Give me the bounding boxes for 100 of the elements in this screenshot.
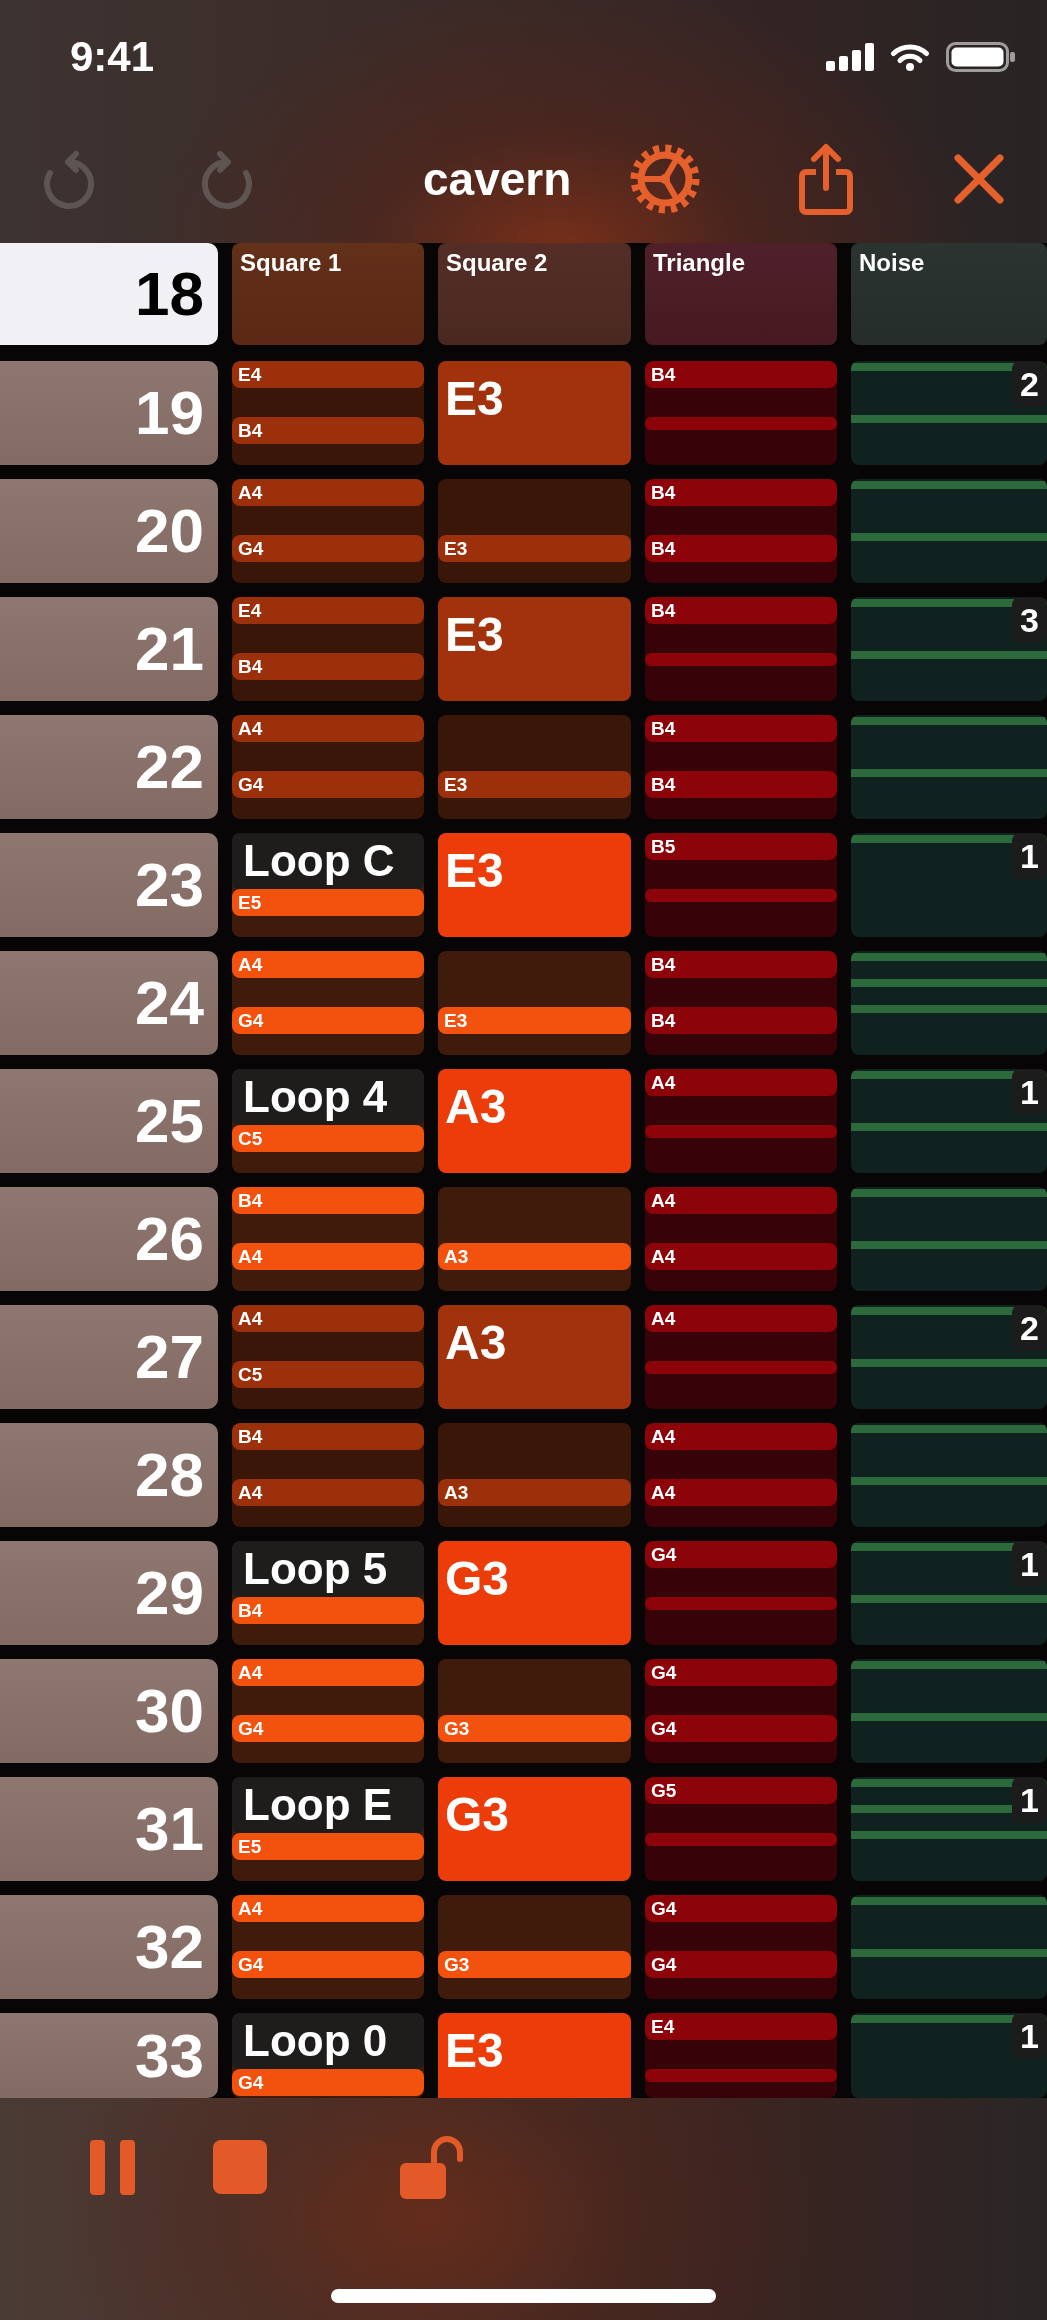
note-bar: A4 — [232, 1305, 424, 1332]
settings-icon[interactable] — [630, 143, 701, 214]
pattern-cell[interactable]: 3 — [851, 597, 1047, 701]
pattern-cell[interactable]: A4 — [645, 1069, 837, 1173]
note-bar: A4 — [645, 1305, 837, 1332]
pattern-cell[interactable] — [851, 951, 1047, 1055]
row-number[interactable]: 22 — [0, 715, 218, 819]
note-block[interactable]: A3 — [438, 1069, 631, 1173]
row-number[interactable]: 26 — [0, 1187, 218, 1291]
note-block[interactable]: G3 — [438, 1541, 631, 1645]
pattern-cell[interactable]: G5 — [645, 1777, 837, 1881]
channel-header: Square 1 — [232, 243, 424, 345]
note-bar: B4 — [645, 597, 837, 624]
pattern-cell[interactable]: G3 — [438, 1895, 631, 1999]
count-badge: 1 — [1012, 1069, 1047, 1115]
pattern-cell[interactable]: 1 — [851, 2013, 1047, 2098]
pattern-cell[interactable]: B4 A4 — [232, 1423, 424, 1527]
note-bar: B4 — [232, 1423, 424, 1450]
row-number[interactable]: 32 — [0, 1895, 218, 1999]
note-bar: G4 — [645, 1895, 837, 1922]
pattern-cell[interactable]: G4 G4 — [645, 1659, 837, 1763]
pattern-cell[interactable]: A4 — [645, 1305, 837, 1409]
note-block[interactable]: E3 — [438, 2013, 631, 2098]
close-icon[interactable] — [953, 152, 1006, 205]
row-number[interactable]: 24 — [0, 951, 218, 1055]
note-bar: E4 — [232, 361, 424, 388]
pattern-cell[interactable]: 1 — [851, 1777, 1047, 1881]
pause-icon[interactable] — [90, 2140, 135, 2195]
pattern-cell[interactable]: A3 — [438, 1423, 631, 1527]
pattern-cell[interactable] — [851, 1423, 1047, 1527]
note-bar: B4 — [645, 1007, 837, 1034]
pattern-cell[interactable]: B4 B4 — [645, 715, 837, 819]
pattern-cell[interactable]: E3 — [438, 479, 631, 583]
pattern-cell[interactable]: A3 — [438, 1187, 631, 1291]
pattern-cell[interactable]: A4 G4 — [232, 715, 424, 819]
note-bar: B4 — [645, 535, 837, 562]
pattern-cell[interactable]: Loop 0 G4 — [232, 2013, 424, 2098]
pattern-cell[interactable]: B4 B4 — [645, 951, 837, 1055]
pattern-cell[interactable]: A4 A4 — [645, 1187, 837, 1291]
row-number[interactable]: 29 — [0, 1541, 218, 1645]
loop-label: Loop 4 — [232, 1069, 424, 1125]
pattern-cell[interactable]: B4 — [645, 361, 837, 465]
pattern-cell[interactable] — [851, 479, 1047, 583]
pattern-cell[interactable]: E4 B4 — [232, 361, 424, 465]
pattern-cell[interactable] — [851, 1187, 1047, 1291]
pattern-cell[interactable] — [851, 1659, 1047, 1763]
pattern-cell[interactable]: E4 B4 — [232, 597, 424, 701]
pattern-cell[interactable]: Loop 4 C5 — [232, 1069, 424, 1173]
pattern-cell[interactable]: B4 B4 — [645, 479, 837, 583]
stop-icon[interactable] — [213, 2140, 267, 2194]
row-number[interactable]: 20 — [0, 479, 218, 583]
row-number[interactable]: 19 — [0, 361, 218, 465]
pattern-cell[interactable]: 1 — [851, 1541, 1047, 1645]
pattern-cell[interactable]: A4 A4 — [645, 1423, 837, 1527]
pattern-cell[interactable]: G4 — [645, 1541, 837, 1645]
note-bar: C5 — [232, 1361, 424, 1388]
pattern-cell[interactable] — [851, 715, 1047, 819]
note-block[interactable]: G3 — [438, 1777, 631, 1881]
pattern-cell[interactable]: E4 — [645, 2013, 837, 2098]
row-number[interactable]: 31 — [0, 1777, 218, 1881]
row-number[interactable]: 28 — [0, 1423, 218, 1527]
pattern-cell[interactable]: 2 — [851, 361, 1047, 465]
pattern-cell[interactable]: Loop C E5 — [232, 833, 424, 937]
pattern-cell[interactable]: 1 — [851, 833, 1047, 937]
pattern-cell[interactable]: A4 C5 — [232, 1305, 424, 1409]
pattern-cell[interactable]: Loop 5 B4 — [232, 1541, 424, 1645]
note-block[interactable]: E3 — [438, 361, 631, 465]
pattern-cell[interactable]: B4 — [645, 597, 837, 701]
row-number[interactable]: 33 — [0, 2013, 218, 2098]
row-number[interactable]: 25 — [0, 1069, 218, 1173]
pattern-cell[interactable]: E3 — [438, 951, 631, 1055]
note-block[interactable]: E3 — [438, 833, 631, 937]
row-number[interactable]: 27 — [0, 1305, 218, 1409]
pattern-cell[interactable]: A4 G4 — [232, 951, 424, 1055]
note-bar: A4 — [232, 715, 424, 742]
pattern-cell[interactable]: E3 — [438, 715, 631, 819]
share-icon[interactable] — [797, 141, 856, 216]
pattern-cell[interactable] — [851, 1895, 1047, 1999]
row-number[interactable]: 21 — [0, 597, 218, 701]
row-number[interactable]: 23 — [0, 833, 218, 937]
pattern-cell[interactable]: G4 G4 — [645, 1895, 837, 1999]
note-bar: G4 — [232, 535, 424, 562]
note-bar: G3 — [438, 1715, 631, 1742]
lock-icon[interactable] — [400, 2135, 466, 2199]
pattern-cell[interactable]: A4 G4 — [232, 1659, 424, 1763]
note-bar: B5 — [645, 833, 837, 860]
note-block[interactable]: A3 — [438, 1305, 631, 1409]
row-number[interactable]: 30 — [0, 1659, 218, 1763]
pattern-cell[interactable]: B5 — [645, 833, 837, 937]
note-block[interactable]: E3 — [438, 597, 631, 701]
pattern-cell[interactable]: 2 — [851, 1305, 1047, 1409]
pattern-cell[interactable]: G3 — [438, 1659, 631, 1763]
status-time: 9:41 — [70, 36, 155, 78]
pattern-cell[interactable]: A4 G4 — [232, 479, 424, 583]
pattern-cell[interactable]: A4 G4 — [232, 1895, 424, 1999]
pattern-cell[interactable]: 1 — [851, 1069, 1047, 1173]
note-bar: E5 — [232, 1833, 424, 1860]
pattern-cell[interactable]: Loop E E5 — [232, 1777, 424, 1881]
pattern-cell[interactable]: B4 A4 — [232, 1187, 424, 1291]
row-number[interactable]: 18 — [0, 243, 218, 345]
